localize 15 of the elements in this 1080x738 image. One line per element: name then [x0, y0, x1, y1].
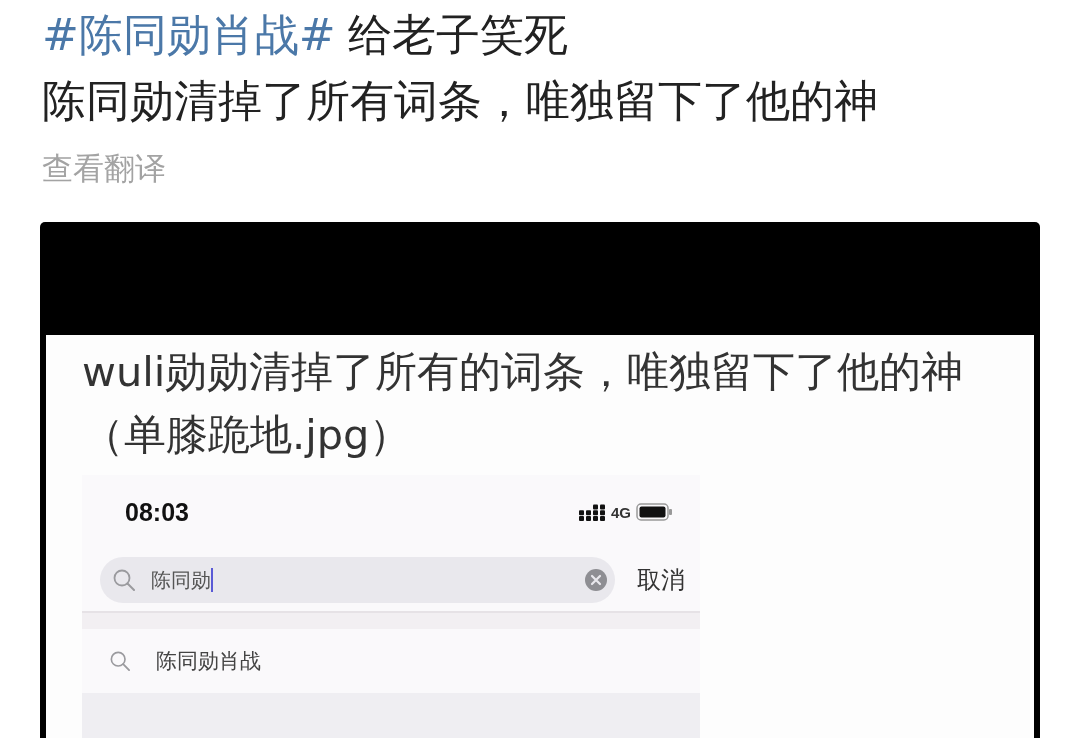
- post-text: 陈同勋清掉了所有词条，唯独留下了他的神: [42, 74, 878, 128]
- post-text: #陈同勋肖战# 给老子笑死: [42, 8, 568, 62]
- cancel-button[interactable]: 取消: [637, 564, 685, 596]
- status-time: 08:03: [125, 497, 189, 527]
- search-field[interactable]: 陈同勋: [100, 557, 615, 603]
- caption-text: wuli勋勋清掉了所有的词条，唯独留下了他的神: [82, 346, 964, 398]
- clear-icon[interactable]: [585, 569, 607, 591]
- battery-icon: [636, 503, 672, 521]
- caption-text: （单膝跪地.jpg）: [82, 409, 412, 461]
- search-icon: [113, 569, 135, 591]
- suggestion-item[interactable]: 陈同勋肖战: [82, 629, 700, 693]
- network-label: 4G: [611, 503, 631, 521]
- hashtag-link[interactable]: #陈同勋肖战#: [42, 9, 336, 60]
- signal-icon: [579, 503, 606, 521]
- search-icon: [110, 651, 130, 671]
